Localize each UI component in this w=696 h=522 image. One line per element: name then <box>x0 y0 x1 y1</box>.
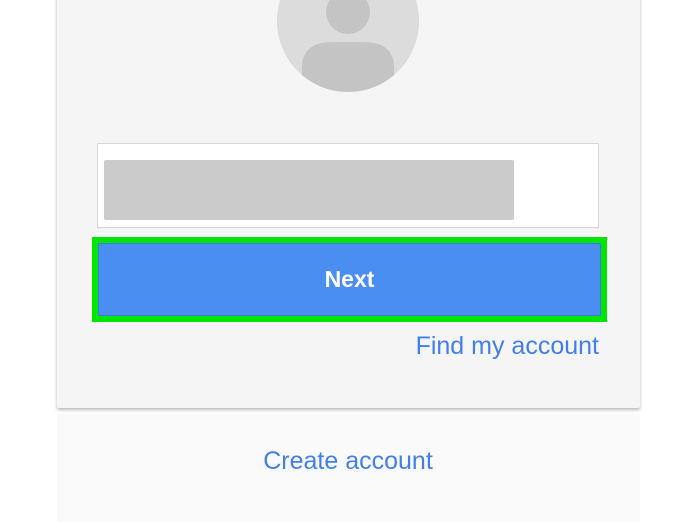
email-field[interactable] <box>97 143 599 228</box>
find-my-account-link[interactable]: Find my account <box>416 332 599 361</box>
email-value-redacted[interactable] <box>104 160 514 220</box>
create-account-link[interactable]: Create account <box>0 447 696 476</box>
next-button[interactable]: Next <box>98 243 601 316</box>
